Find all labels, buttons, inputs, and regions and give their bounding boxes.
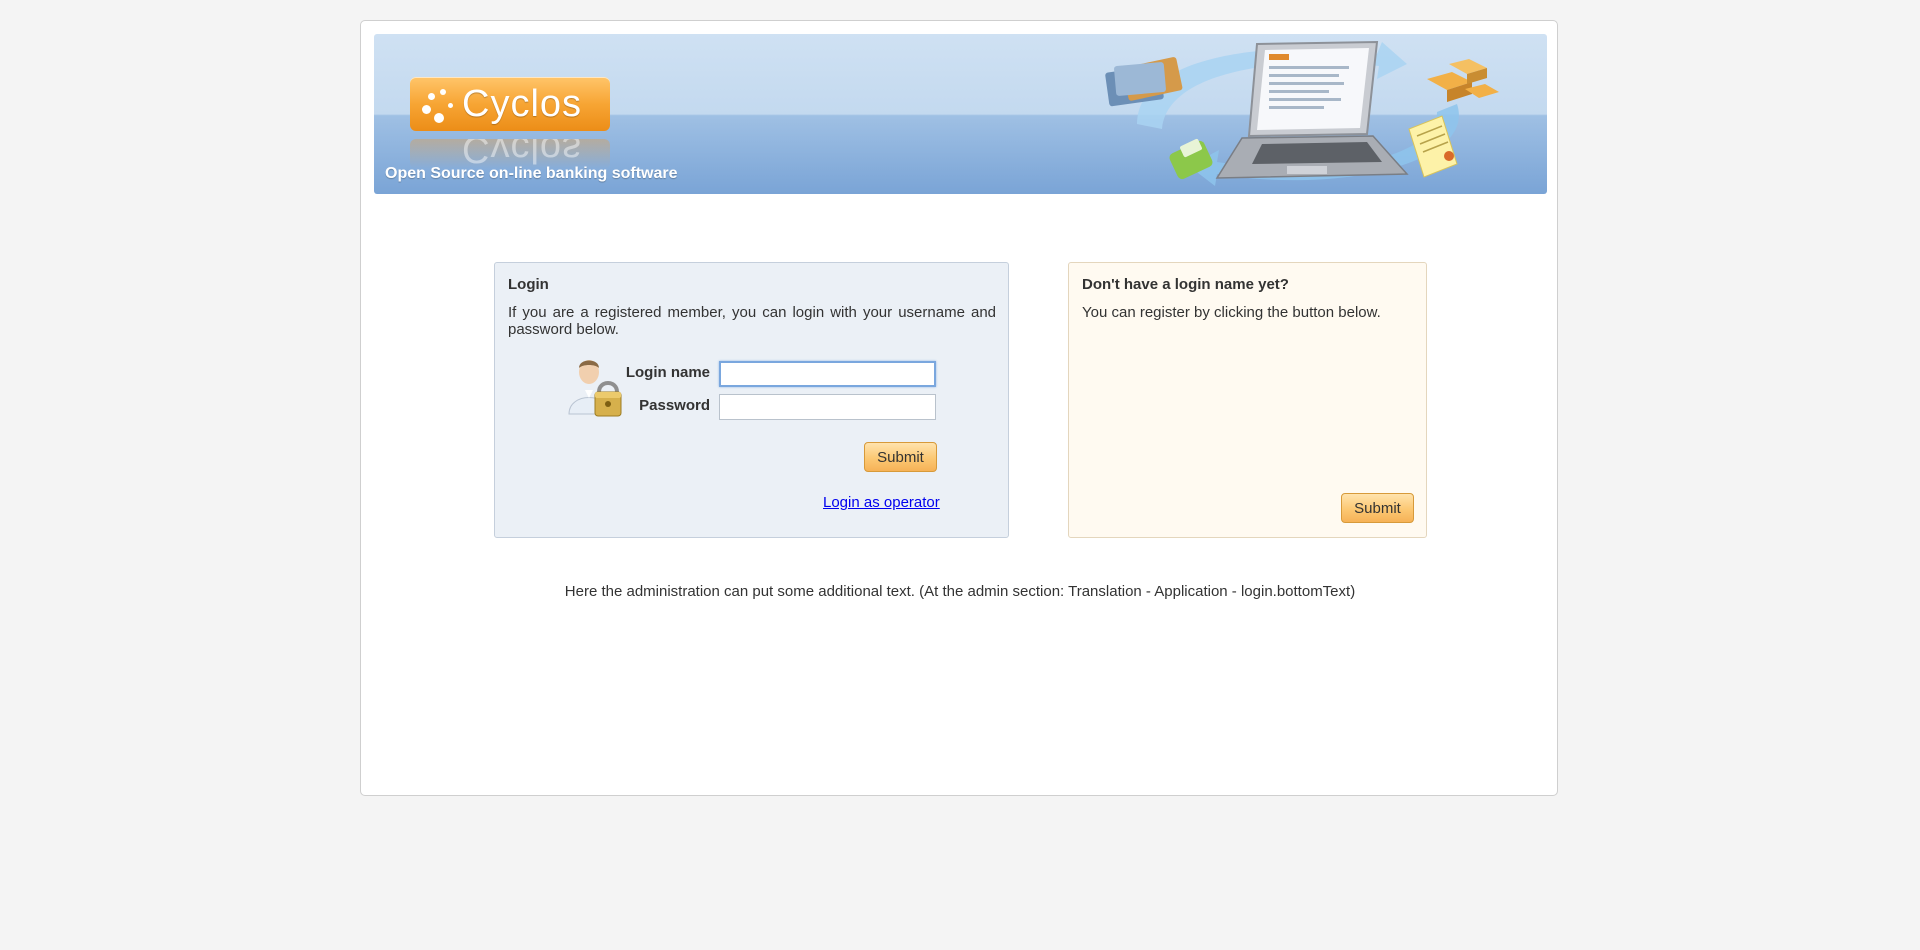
register-title: Don't have a login name yet? (1082, 276, 1289, 293)
login-as-operator-link[interactable]: Login as operator (823, 494, 940, 511)
login-name-input[interactable] (719, 361, 936, 387)
cyclos-logo: Cyclos (410, 77, 610, 131)
password-input[interactable] (719, 394, 936, 420)
register-description: You can register by clicking the button … (1082, 304, 1381, 321)
logo-dots-icon (418, 87, 458, 123)
logo-text: Cyclos (462, 83, 583, 125)
page-container: Cyclos Cyclos Open Source on-line bankin… (360, 20, 1558, 796)
login-submit-button[interactable]: Submit (864, 442, 937, 472)
login-name-label: Login name (625, 364, 710, 381)
register-panel: Don't have a login name yet? You can reg… (1068, 262, 1427, 538)
banner-tagline: Open Source on-line banking software (385, 165, 678, 182)
login-title: Login (508, 276, 549, 293)
login-bottom-text: Here the administration can put some add… (564, 583, 1356, 600)
header-banner: Cyclos Cyclos Open Source on-line bankin… (374, 34, 1547, 194)
password-label: Password (639, 397, 710, 414)
laptop-cards-arrows-illustration (1105, 40, 1499, 186)
register-submit-button[interactable]: Submit (1341, 493, 1414, 523)
login-panel: Login If you are a registered member, yo… (494, 262, 1009, 538)
login-description: If you are a registered member, you can … (508, 304, 996, 338)
